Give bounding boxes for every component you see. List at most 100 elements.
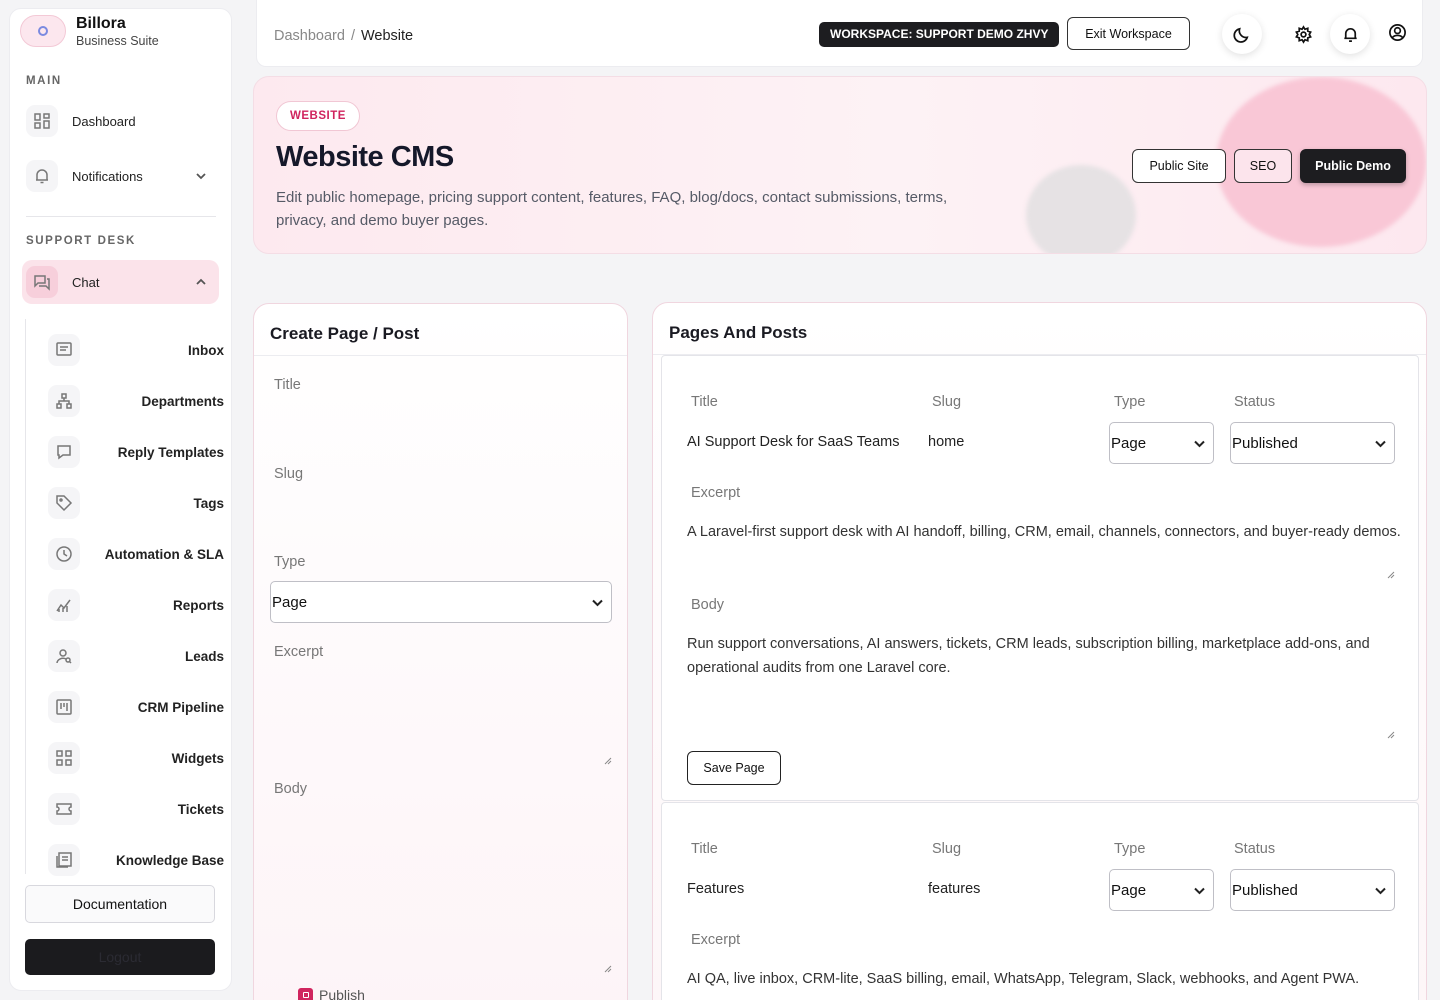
body-textarea[interactable]: Run support conversations, AI answers, t… [687, 632, 1407, 732]
type-label: Type [1114, 841, 1146, 857]
public-site-button[interactable]: Public Site [1132, 149, 1226, 183]
panel-divider [254, 355, 627, 356]
publish-checkbox[interactable]: Publish [298, 987, 365, 1000]
message-icon [48, 334, 80, 366]
type-label: Type [1114, 394, 1146, 410]
type-select[interactable]: Page [270, 581, 612, 623]
reply-template-icon [48, 436, 80, 468]
sidebar-item-knowledge-base[interactable]: Knowledge Base [48, 841, 224, 879]
panel-title: Pages And Posts [669, 323, 808, 342]
grid-icon [26, 105, 58, 137]
excerpt-textarea[interactable] [270, 666, 612, 765]
sidebar-item-label: Leads [184, 648, 224, 664]
sidebar-item-label: Inbox [188, 342, 224, 358]
brand[interactable]: Billora Business Suite [10, 9, 231, 51]
exit-workspace-button[interactable]: Exit Workspace [1067, 17, 1190, 50]
sidebar-item-widgets[interactable]: Widgets [48, 739, 224, 777]
org-chart-icon [48, 385, 80, 417]
brand-logo-icon [20, 15, 66, 47]
sidebar-item-label: Tags [193, 495, 224, 511]
page-description: Edit public homepage, pricing support co… [276, 189, 948, 229]
sidebar-item-automation-sla[interactable]: Automation & SLA [48, 535, 224, 573]
profile-button[interactable] [1377, 12, 1417, 52]
chart-icon [48, 589, 80, 621]
bell-icon [1343, 27, 1357, 42]
title-input[interactable]: AI Support Desk for SaaS Teams [687, 434, 900, 450]
excerpt-textarea[interactable]: AI QA, live inbox, CRM-lite, SaaS billin… [687, 967, 1407, 1000]
resize-handle-icon[interactable] [604, 960, 612, 973]
pipeline-icon [48, 691, 80, 723]
chevron-down-icon[interactable] [195, 170, 207, 182]
body-label: Body [691, 597, 725, 613]
seo-button[interactable]: SEO [1234, 149, 1292, 183]
sidebar-item-notifications[interactable]: Notifications [22, 154, 219, 198]
breadcrumb-separator: / [350, 28, 355, 44]
post-card: Title Slug Type Status AI Support Desk f… [661, 355, 1419, 801]
chevron-up-icon[interactable] [195, 276, 207, 288]
slug-input[interactable]: features [928, 881, 980, 897]
breadcrumb-current: Website [360, 28, 414, 44]
book-icon [48, 844, 80, 876]
resize-handle-icon[interactable] [604, 752, 612, 765]
user-search-icon [48, 640, 80, 672]
slug-input[interactable] [270, 489, 612, 539]
sidebar-item-crm-pipeline[interactable]: CRM Pipeline [48, 688, 224, 726]
dark-mode-toggle[interactable] [1222, 14, 1262, 54]
notifications-button[interactable] [1330, 14, 1370, 54]
type-select[interactable]: Page [1109, 422, 1214, 464]
settings-button[interactable] [1283, 14, 1323, 54]
documentation-button[interactable]: Documentation [25, 885, 215, 923]
pages-posts-panel: Pages And Posts Title Slug Type Status A… [652, 302, 1427, 1000]
publish-label: Publish [319, 987, 365, 1000]
public-demo-button[interactable]: Public Demo [1300, 149, 1406, 183]
sidebar: Billora Business Suite MAIN Dashboard No… [9, 8, 232, 991]
sidebar-item-tags[interactable]: Tags [48, 484, 224, 522]
sidebar-item-dashboard[interactable]: Dashboard [22, 99, 219, 143]
save-page-button[interactable]: Save Page [687, 751, 781, 785]
sidebar-item-label: Knowledge Base [115, 852, 224, 868]
breadcrumb: Dashboard / Website [274, 28, 413, 44]
sidebar-item-inbox[interactable]: Inbox [48, 331, 224, 369]
topbar: Dashboard / Website WORKSPACE: SUPPORT DEM… [256, 0, 1423, 67]
status-select[interactable]: Published [1230, 422, 1395, 464]
slug-input[interactable]: home [928, 434, 964, 450]
status-label: Status [1234, 394, 1276, 410]
sidebar-item-reply-templates[interactable]: Reply Templates [48, 433, 224, 471]
chevron-down-icon [590, 596, 603, 609]
resize-handle-icon[interactable] [1387, 726, 1395, 739]
bell-icon [26, 160, 58, 192]
page-title: Website CMS [276, 141, 454, 173]
type-select[interactable]: Page [1109, 869, 1214, 911]
sidebar-item-label: Reports [172, 597, 224, 613]
breadcrumb-dashboard-link[interactable]: Dashboard [274, 28, 345, 44]
body-textarea[interactable] [270, 804, 612, 973]
title-label: Title [274, 377, 301, 393]
logout-button[interactable]: Logout [25, 939, 215, 975]
chat-icon [26, 266, 58, 298]
brand-subtitle: Business Suite [76, 33, 159, 48]
slug-label: Slug [274, 466, 304, 482]
title-input[interactable] [270, 400, 612, 450]
type-label: Type [274, 554, 306, 570]
body-label: Body [274, 781, 308, 797]
type-select-value: Page [1111, 881, 1147, 899]
excerpt-label: Excerpt [274, 644, 324, 660]
sidebar-divider [26, 216, 216, 217]
section-label-support: SUPPORT DESK [26, 235, 136, 247]
sidebar-item-chat[interactable]: Chat [22, 260, 219, 304]
sidebar-item-leads[interactable]: Leads [48, 637, 224, 675]
excerpt-textarea[interactable]: A Laravel-first support desk with AI han… [687, 520, 1407, 576]
workspace-badge: WORKSPACE: SUPPORT DEMO ZHVY [819, 22, 1060, 47]
decorative-blob [1026, 165, 1136, 253]
sidebar-item-reports[interactable]: Reports [48, 586, 224, 624]
title-input[interactable]: Features [687, 881, 744, 897]
type-select-value: Page [272, 593, 308, 611]
sidebar-item-label: Automation & SLA [104, 546, 224, 562]
status-select-value: Published [1232, 434, 1298, 452]
sidebar-item-departments[interactable]: Departments [48, 382, 224, 420]
sidebar-item-tickets[interactable]: Tickets [48, 790, 224, 828]
sidebar-item-label: Widgets [171, 750, 224, 766]
resize-handle-icon[interactable] [1387, 566, 1395, 579]
chevron-down-icon [1192, 884, 1205, 897]
status-select[interactable]: Published [1230, 869, 1395, 911]
